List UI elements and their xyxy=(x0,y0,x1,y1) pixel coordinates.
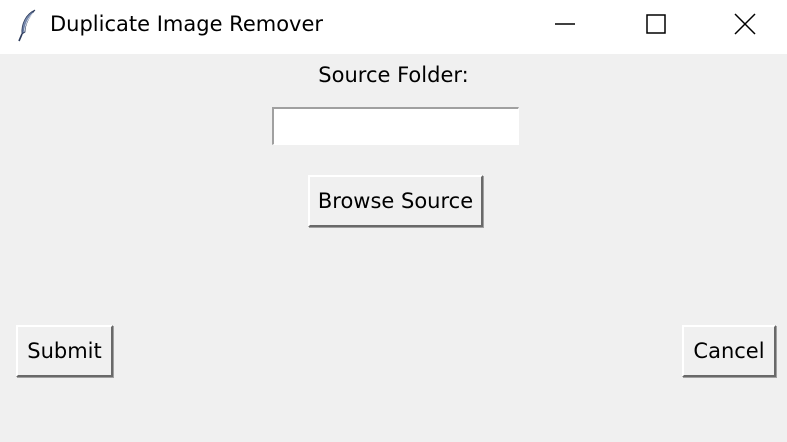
source-folder-label: Source Folder: xyxy=(318,63,469,87)
minimize-icon xyxy=(554,13,576,35)
cancel-button[interactable]: Cancel xyxy=(682,325,776,377)
window-title: Duplicate Image Remover xyxy=(50,12,324,36)
submit-button[interactable]: Submit xyxy=(16,325,113,377)
maximize-icon xyxy=(645,13,667,35)
title-bar[interactable]: Duplicate Image Remover xyxy=(0,0,787,54)
source-folder-input[interactable] xyxy=(272,107,519,145)
close-button[interactable] xyxy=(702,0,787,47)
browse-source-button[interactable]: Browse Source xyxy=(308,175,483,227)
close-icon xyxy=(733,12,756,35)
app-window: Duplicate Image Remover Source Folder: B… xyxy=(0,0,787,442)
minimize-button[interactable] xyxy=(519,0,611,47)
maximize-button[interactable] xyxy=(610,0,702,47)
feather-icon xyxy=(16,8,40,42)
